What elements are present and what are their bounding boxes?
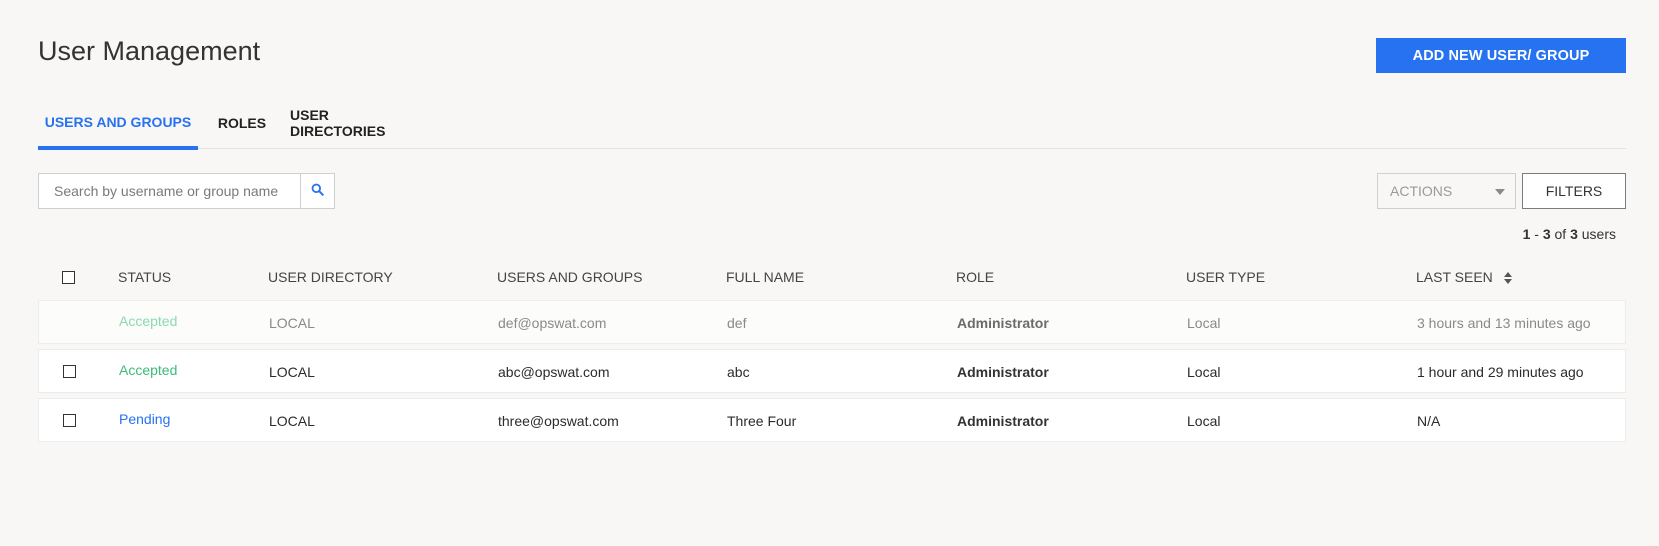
tab-bar: USERS AND GROUPS ROLES USER DIRECTORIES — [38, 100, 1626, 150]
cell-last-seen: 1 hour and 29 minutes ago — [1417, 364, 1584, 380]
status-badge: Accepted — [119, 362, 178, 378]
cell-role: Administrator — [957, 413, 1049, 429]
table-row[interactable]: Pending LOCAL three@opswat.com Three Fou… — [38, 398, 1626, 442]
column-header-last-seen[interactable]: LAST SEEN — [1416, 269, 1513, 285]
cell-role: Administrator — [957, 364, 1049, 380]
column-header-user-type[interactable]: USER TYPE — [1186, 269, 1265, 285]
cell-user-type: Local — [1187, 315, 1221, 331]
actions-dropdown[interactable]: ACTIONS — [1377, 173, 1516, 209]
cell-user: def@opswat.com — [498, 315, 607, 331]
actions-label: ACTIONS — [1390, 183, 1453, 199]
results-of: of — [1554, 226, 1567, 242]
column-header-user-directory[interactable]: USER DIRECTORY — [268, 269, 393, 285]
column-header-status[interactable]: STATUS — [118, 269, 171, 285]
results-unit: users — [1581, 226, 1616, 242]
results-count: 1 - 3 of 3 users — [1522, 226, 1616, 242]
filters-button[interactable]: FILTERS — [1522, 173, 1626, 209]
add-new-user-group-button[interactable]: ADD NEW USER/ GROUP — [1376, 38, 1626, 73]
sort-icon[interactable] — [1503, 271, 1513, 285]
column-header-role[interactable]: ROLE — [956, 269, 994, 285]
cell-last-seen: N/A — [1417, 413, 1441, 429]
chevron-down-icon — [1495, 189, 1505, 195]
results-end: 3 — [1542, 226, 1551, 242]
tab-roles[interactable]: ROLES — [210, 100, 274, 146]
cell-user-type: Local — [1187, 364, 1221, 380]
cell-role: Administrator — [957, 315, 1049, 331]
search-icon — [311, 183, 324, 199]
status-badge: Accepted — [119, 313, 178, 329]
cell-full-name: def — [727, 315, 747, 331]
search-input[interactable] — [39, 174, 300, 208]
last-seen-label: LAST SEEN — [1416, 269, 1493, 285]
results-total: 3 — [1570, 226, 1578, 242]
cell-user-directory: LOCAL — [269, 413, 315, 429]
row-checkbox[interactable] — [63, 414, 76, 427]
column-header-users-and-groups[interactable]: USERS AND GROUPS — [497, 269, 642, 285]
status-badge: Pending — [119, 411, 171, 427]
select-all-checkbox[interactable] — [62, 271, 75, 284]
column-header-full-name[interactable]: FULL NAME — [726, 269, 804, 285]
cell-last-seen: 3 hours and 13 minutes ago — [1417, 315, 1591, 331]
cell-user: abc@opswat.com — [498, 364, 610, 380]
search-box — [38, 173, 335, 209]
row-checkbox[interactable] — [63, 365, 76, 378]
tab-users-and-groups[interactable]: USERS AND GROUPS — [38, 100, 198, 150]
page-title: User Management — [38, 36, 261, 66]
table-row[interactable]: Accepted LOCAL def@opswat.com def Admini… — [38, 300, 1626, 344]
tab-user-directories[interactable]: USER DIRECTORIES — [290, 100, 418, 146]
cell-user: three@opswat.com — [498, 413, 619, 429]
cell-full-name: Three Four — [727, 413, 797, 429]
results-start: 1 — [1522, 226, 1531, 242]
table-row[interactable]: Accepted LOCAL abc@opswat.com abc Admini… — [38, 349, 1626, 393]
cell-user-type: Local — [1187, 413, 1221, 429]
cell-user-directory: LOCAL — [269, 364, 315, 380]
search-button[interactable] — [300, 174, 334, 208]
users-table: STATUS USER DIRECTORY USERS AND GROUPS F… — [38, 256, 1626, 447]
cell-user-directory: LOCAL — [269, 315, 315, 331]
cell-full-name: abc — [727, 364, 750, 380]
table-header: STATUS USER DIRECTORY USERS AND GROUPS F… — [38, 256, 1626, 300]
